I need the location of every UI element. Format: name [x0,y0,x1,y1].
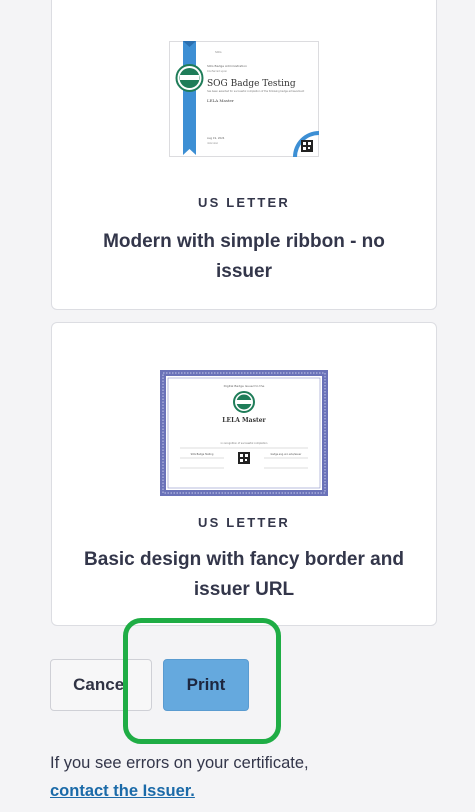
ribbon-shape [183,41,196,155]
svg-text:SOG: SOG [215,50,222,54]
svg-text:LELA Master: LELA Master [207,98,234,103]
footer-help-text: If you see errors on your certificate, [50,754,309,772]
svg-text:badge.sog.unc.edu/issuer: badge.sog.unc.edu/issuer [271,453,302,456]
svg-text:in recognition of successful c: in recognition of successful completion [221,442,268,445]
paper-size-label: US LETTER [197,195,291,210]
cancel-button[interactable]: Cancel [50,659,152,711]
svg-text:has been awarded for successfu: has been awarded for successful completi… [207,90,304,93]
svg-text:SOG Badge Testing: SOG Badge Testing [191,453,214,456]
template-card-modern-ribbon[interactable]: SOG SOG Badge Administration Conferred u… [51,0,437,310]
seal-icon [233,391,255,413]
design-title: Modern with simple ribbon - no issuer [103,231,385,282]
certificate-preview-fancy: Digital Badge Issued to the LELA Master … [160,370,328,496]
svg-text:SOG Badge Administration: SOG Badge Administration [207,64,247,68]
design-title: Basic design with fancy border and issue… [84,549,404,600]
print-button[interactable]: Print [163,659,249,711]
qr-code-icon [301,140,313,152]
footer-help: If you see errors on your certificate, c… [50,749,460,805]
svg-text:Aug 19, 2024: Aug 19, 2024 [207,136,225,140]
svg-text:Conferred upon: Conferred upon [207,69,228,73]
template-card-fancy-border[interactable]: Digital Badge Issued to the LELA Master … [51,322,437,626]
seal-icon [175,64,204,92]
certificate-preview-modern: SOG SOG Badge Administration Conferred u… [169,41,319,157]
svg-text:SOG Badge Testing: SOG Badge Testing [207,79,296,89]
svg-text:Digital Badge Issued to the: Digital Badge Issued to the [224,384,265,388]
contact-issuer-link[interactable]: contact the Issuer. [50,782,195,800]
qr-code-icon [238,452,250,464]
svg-text:LELA Master: LELA Master [222,417,266,424]
paper-size-label: US LETTER [197,515,291,530]
svg-text:date label: date label [207,142,218,145]
